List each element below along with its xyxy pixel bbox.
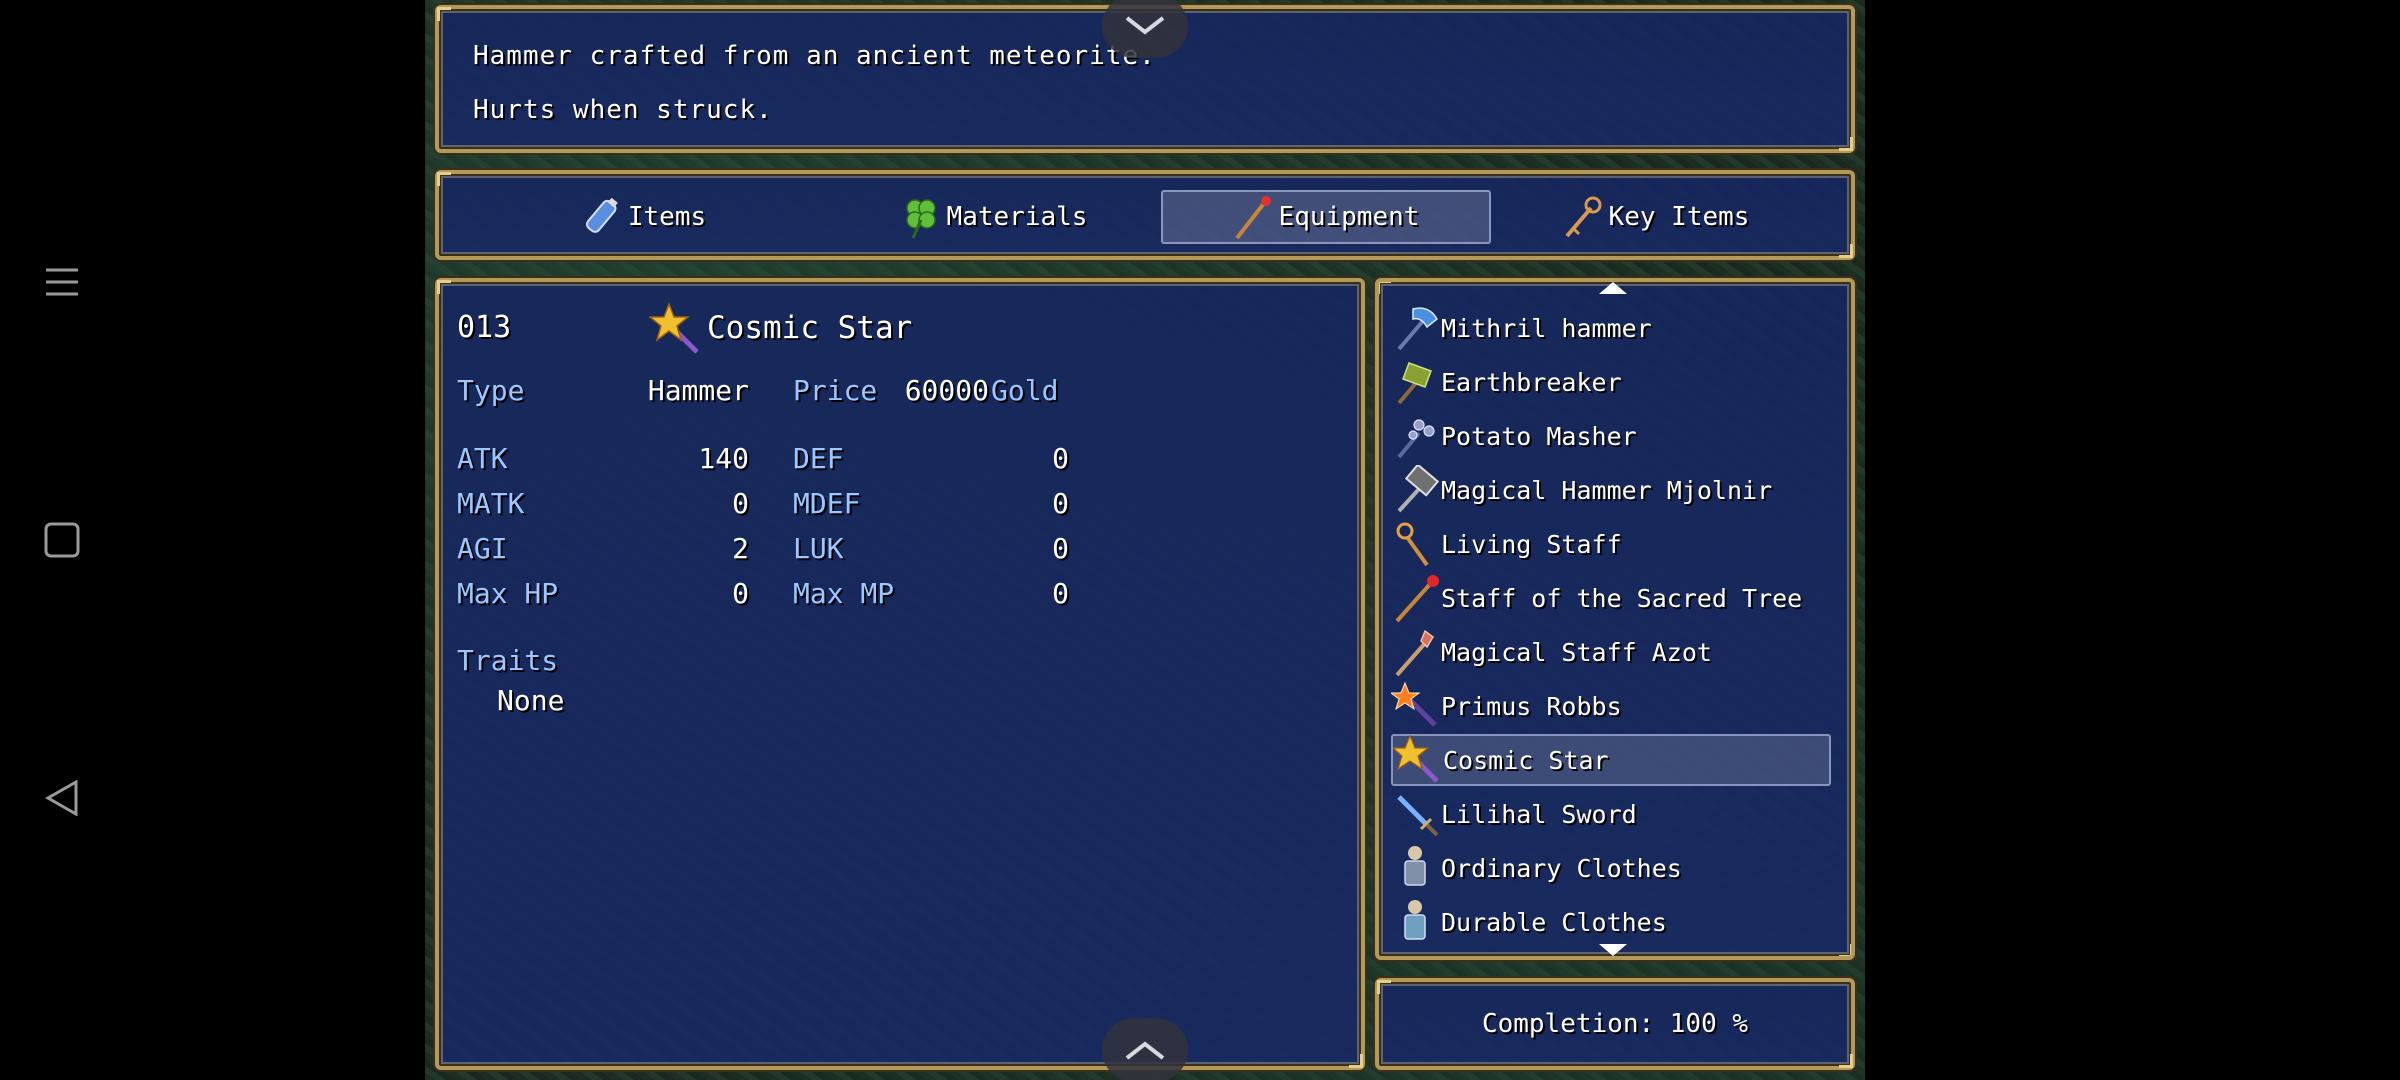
hammer-icon	[1397, 465, 1440, 513]
completion-window: Completion: 100 %	[1375, 978, 1855, 1070]
list-item-label: Earthbreaker	[1441, 367, 1622, 397]
menu-icon[interactable]	[40, 260, 84, 304]
expand-bottom-button[interactable]	[1102, 1018, 1188, 1080]
list-item-label: Lilihal Sword	[1441, 799, 1637, 829]
stat-label: LUK	[793, 532, 844, 565]
list-item-label: Durable Clothes	[1441, 907, 1667, 937]
tab-equipment-label: Equipment	[1278, 202, 1420, 232]
hammer-icon	[1397, 419, 1435, 459]
stat-label: AGI	[457, 532, 508, 565]
list-item[interactable]: Earthbreaker	[1391, 356, 1831, 408]
tab-materials[interactable]: Materials	[829, 190, 1159, 244]
item-detail-window: 013 Cosmic Star Type Hammer Price 60000 …	[435, 278, 1365, 1070]
list-item-label: Cosmic Star	[1443, 745, 1609, 775]
list-item-label: Mithril hammer	[1441, 313, 1652, 343]
staff-icon	[1395, 629, 1434, 677]
type-value: Hammer	[647, 374, 749, 407]
staff-icon	[1234, 196, 1271, 240]
hammer-icon	[1397, 362, 1432, 405]
scroll-up-arrow-icon[interactable]	[1599, 282, 1627, 294]
stat-value: 140	[698, 442, 749, 475]
currency-label: Gold	[991, 374, 1059, 407]
tab-items[interactable]: Items	[479, 190, 809, 244]
stat-label: MDEF	[793, 487, 861, 520]
home-icon[interactable]	[40, 518, 84, 562]
list-item-label: Living Staff	[1441, 529, 1622, 559]
stat-value: 0	[732, 577, 749, 610]
completion-text: Completion: 100 %	[1481, 1009, 1749, 1039]
stat-label: ATK	[457, 442, 508, 475]
stat-label: DEF	[793, 442, 844, 475]
chevron-down-icon	[1125, 16, 1165, 35]
tab-key-items[interactable]: Key Items	[1491, 190, 1821, 244]
sword-icon	[1397, 795, 1439, 837]
list-item[interactable]: Magical Staff Azot	[1391, 626, 1831, 678]
stat-value: 0	[1052, 487, 1069, 520]
clover-icon	[905, 199, 936, 239]
list-item-selected[interactable]: Cosmic Star	[1391, 734, 1831, 786]
potion-icon	[585, 197, 618, 233]
stat-value: 0	[1052, 577, 1069, 610]
star-wand-icon	[1393, 735, 1439, 783]
price-value: 60000	[904, 374, 989, 407]
help-text-line-2: Hurts when struck.	[473, 95, 773, 125]
wand-icon	[1391, 681, 1437, 727]
type-label: Type	[457, 374, 525, 407]
stat-value: 2	[732, 532, 749, 565]
list-item[interactable]: Primus Robbs	[1391, 680, 1831, 732]
key-icon	[1565, 196, 1602, 238]
list-item[interactable]: Mithril hammer	[1391, 302, 1831, 354]
system-nav-bar	[0, 0, 125, 1080]
traits-label: Traits	[457, 644, 559, 677]
item-name: Cosmic Star	[707, 310, 913, 346]
item-number: 013	[457, 310, 512, 345]
scroll-down-arrow-icon[interactable]	[1599, 944, 1627, 956]
stat-value: 0	[1052, 442, 1069, 475]
list-item[interactable]: Living Staff	[1391, 518, 1831, 570]
list-item[interactable]: Ordinary Clothes	[1391, 842, 1831, 894]
list-item[interactable]: Lilihal Sword	[1391, 788, 1831, 840]
list-item[interactable]: Magical Hammer Mjolnir	[1391, 464, 1831, 516]
list-item-label: Primus Robbs	[1441, 691, 1622, 721]
tab-materials-label: Materials	[946, 202, 1088, 232]
list-item[interactable]: Staff of the Sacred Tree	[1391, 572, 1831, 624]
tab-key-items-label: Key Items	[1608, 202, 1750, 232]
stat-value: 0	[1052, 532, 1069, 565]
hammer-icon	[1397, 307, 1438, 351]
list-item-label: Potato Masher	[1441, 421, 1637, 451]
clothes-icon	[1404, 846, 1426, 886]
list-item-label: Ordinary Clothes	[1441, 853, 1682, 883]
list-item[interactable]: Durable Clothes	[1391, 896, 1831, 948]
chevron-up-icon	[1125, 1041, 1165, 1060]
traits-value: None	[497, 684, 565, 717]
stat-value: 0	[732, 487, 749, 520]
stat-label: Max HP	[457, 577, 559, 610]
tab-equipment[interactable]: Equipment	[1161, 190, 1491, 244]
game-screen: Hammer crafted from an ancient meteorite…	[425, 0, 1865, 1080]
staff-icon	[1395, 575, 1439, 623]
list-item[interactable]: Potato Masher	[1391, 410, 1831, 462]
star-wand-icon	[649, 302, 699, 354]
clothes-icon	[1404, 900, 1426, 940]
stat-label: MATK	[457, 487, 525, 520]
list-item-label: Magical Staff Azot	[1441, 637, 1712, 667]
back-icon[interactable]	[40, 776, 84, 820]
item-list-window: Mithril hammer Earthbreaker Potato Mashe…	[1375, 278, 1855, 960]
tab-items-label: Items	[627, 202, 707, 232]
help-text-line-1: Hammer crafted from an ancient meteorite…	[473, 41, 1156, 71]
collapse-top-button[interactable]	[1102, 0, 1188, 58]
category-tabs: Items Materials Equipment Key Items	[435, 170, 1855, 260]
staff-icon	[1396, 522, 1429, 567]
list-item-label: Magical Hammer Mjolnir	[1441, 475, 1773, 505]
list-item-label: Staff of the Sacred Tree	[1441, 583, 1803, 613]
